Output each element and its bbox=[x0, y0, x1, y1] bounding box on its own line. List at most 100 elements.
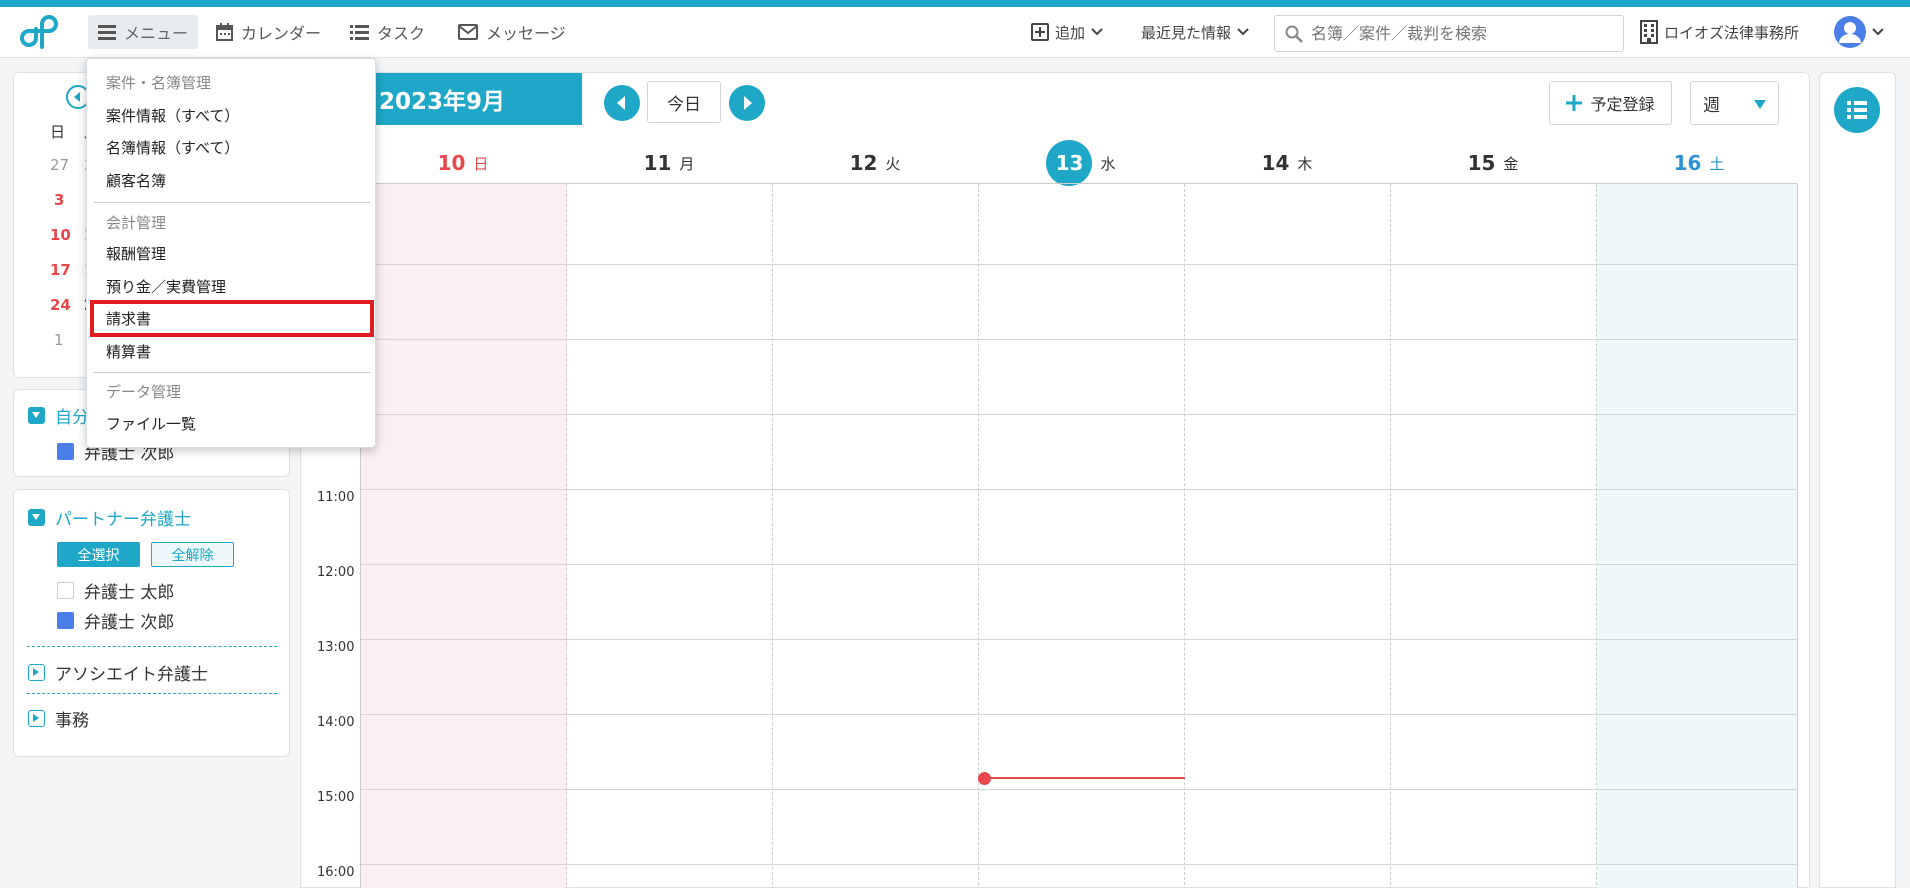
menu-section-title: 会計管理 bbox=[106, 214, 167, 232]
menu-item-fee-management[interactable]: 報酬管理 bbox=[106, 243, 166, 264]
day-header-mon[interactable]: 11 月 bbox=[566, 145, 772, 181]
app-logo[interactable] bbox=[20, 14, 58, 52]
nav-menu-button[interactable]: メニュー bbox=[88, 15, 199, 49]
recent-dropdown-button[interactable]: 最近見た情報 bbox=[1141, 15, 1249, 49]
mini-day[interactable]: 1 bbox=[54, 331, 84, 349]
hamburger-icon bbox=[98, 25, 116, 40]
nav-task-button[interactable]: タスク bbox=[340, 15, 435, 49]
recent-label: 最近見た情報 bbox=[1141, 23, 1232, 42]
mini-day[interactable]: 27 bbox=[50, 156, 80, 174]
member-checkbox[interactable] bbox=[57, 612, 74, 629]
day-number: 10 bbox=[437, 151, 466, 175]
day-weekday: 水 bbox=[1100, 154, 1116, 173]
day-column-sun[interactable] bbox=[361, 184, 567, 888]
day-column-fri[interactable] bbox=[1391, 184, 1597, 888]
hour-line bbox=[361, 264, 1798, 265]
add-label: 追加 bbox=[1055, 23, 1086, 42]
office-switcher[interactable]: ロイオズ法律事務所 bbox=[1640, 15, 1799, 49]
menu-item-case-info[interactable]: 案件情報（すべて） bbox=[106, 105, 239, 126]
day-weekday: 日 bbox=[473, 154, 489, 173]
nav-message-label: メッセージ bbox=[486, 24, 566, 43]
day-number: 14 bbox=[1261, 151, 1290, 175]
menu-item-file-list[interactable]: ファイル一覧 bbox=[106, 413, 196, 434]
building-icon bbox=[1640, 20, 1658, 44]
mini-day[interactable]: 3 bbox=[54, 191, 84, 209]
day-column-thu[interactable] bbox=[1185, 184, 1391, 888]
select-all-button[interactable]: 全選択 bbox=[57, 542, 140, 567]
partner-group-title[interactable]: パートナー弁護士 bbox=[55, 505, 191, 530]
day-number: 15 bbox=[1467, 151, 1496, 175]
associate-group-title[interactable]: アソシエイト弁護士 bbox=[55, 660, 208, 685]
day-column-mon[interactable] bbox=[567, 184, 773, 888]
user-menu-button[interactable] bbox=[1834, 15, 1884, 49]
view-select[interactable]: 週 bbox=[1690, 81, 1779, 125]
hour-line bbox=[361, 489, 1798, 490]
day-header-sun[interactable]: 10 日 bbox=[360, 145, 566, 181]
day-number: 16 bbox=[1673, 151, 1702, 175]
expand-toggle-icon[interactable] bbox=[28, 664, 45, 681]
day-column-tue[interactable] bbox=[773, 184, 979, 888]
expand-toggle-icon[interactable] bbox=[28, 710, 45, 727]
global-search[interactable] bbox=[1274, 15, 1624, 52]
mini-day[interactable]: 10 bbox=[50, 226, 80, 244]
day-header-fri[interactable]: 15 金 bbox=[1390, 145, 1596, 181]
current-time-line bbox=[985, 777, 1185, 779]
day-header-thu[interactable]: 14 木 bbox=[1184, 145, 1390, 181]
nav-calendar-button[interactable]: カレンダー bbox=[206, 15, 331, 49]
time-label: 14:00 bbox=[317, 715, 355, 730]
search-icon bbox=[1285, 25, 1303, 43]
member-name: 弁護士 次郎 bbox=[84, 613, 175, 633]
day-column-sat[interactable] bbox=[1597, 184, 1798, 888]
deselect-all-button[interactable]: 全解除 bbox=[151, 542, 234, 567]
event-list-button[interactable] bbox=[1834, 87, 1880, 133]
member-checkbox[interactable] bbox=[57, 582, 74, 599]
task-list-icon bbox=[350, 25, 369, 40]
menu-separator bbox=[94, 202, 370, 203]
hour-line bbox=[361, 789, 1798, 790]
caret-right-icon bbox=[744, 96, 752, 110]
office-group-title[interactable]: 事務 bbox=[55, 706, 89, 731]
week-time-grid[interactable] bbox=[360, 183, 1798, 888]
day-weekday: 土 bbox=[1709, 154, 1725, 173]
view-select-value: 週 bbox=[1703, 95, 1720, 116]
nav-calendar-label: カレンダー bbox=[241, 24, 322, 43]
time-label: 11:00 bbox=[317, 490, 355, 505]
mini-day[interactable]: 24 bbox=[50, 296, 80, 314]
time-label: 15:00 bbox=[317, 790, 355, 805]
self-group-title[interactable]: 自分 bbox=[55, 403, 89, 428]
group-divider bbox=[27, 693, 277, 694]
plus-icon bbox=[1566, 95, 1583, 111]
nav-message-button[interactable]: メッセージ bbox=[448, 15, 576, 49]
menu-item-deposit-expense[interactable]: 預り金／実費管理 bbox=[106, 276, 226, 297]
mini-day[interactable]: 17 bbox=[50, 261, 80, 279]
caret-down-icon bbox=[1754, 100, 1766, 109]
collapse-toggle-icon[interactable] bbox=[28, 509, 45, 526]
day-header-tue[interactable]: 12 火 bbox=[772, 145, 978, 181]
mini-weekday: 日 bbox=[50, 123, 66, 141]
day-header-sat[interactable]: 16 土 bbox=[1596, 145, 1802, 181]
day-number: 12 bbox=[849, 151, 878, 175]
add-dropdown-button[interactable]: 追加 bbox=[1031, 15, 1103, 49]
app-header: メニュー カレンダー タスク メッセージ 追加 最近見た情報 ロイオズ法律事務所 bbox=[0, 7, 1910, 58]
list-icon bbox=[1847, 101, 1867, 119]
search-input[interactable] bbox=[1311, 24, 1611, 43]
add-event-button[interactable]: 予定登録 bbox=[1549, 81, 1672, 125]
caret-left-icon bbox=[74, 92, 80, 102]
hour-line bbox=[361, 414, 1798, 415]
menu-item-invoice[interactable]: 請求書 bbox=[106, 308, 151, 329]
prev-week-button[interactable] bbox=[604, 85, 640, 121]
menu-item-contact-info[interactable]: 名簿情報（すべて） bbox=[106, 137, 239, 158]
lawyer-groups-panel: パートナー弁護士 全選択 全解除 弁護士 太郎 弁護士 次郎 アソシエイト弁護士… bbox=[13, 489, 290, 757]
day-weekday: 金 bbox=[1503, 154, 1519, 173]
collapse-toggle-icon[interactable] bbox=[28, 407, 45, 424]
add-event-label: 予定登録 bbox=[1590, 95, 1655, 114]
menu-item-settlement[interactable]: 精算書 bbox=[106, 341, 151, 362]
day-column-wed[interactable] bbox=[979, 184, 1185, 888]
today-button[interactable]: 今日 bbox=[647, 81, 721, 123]
day-header-wed-today[interactable]: 13 水 bbox=[978, 140, 1184, 186]
menu-item-client-list[interactable]: 顧客名簿 bbox=[106, 170, 166, 191]
next-week-button[interactable] bbox=[729, 85, 765, 121]
chevron-down-icon bbox=[1237, 28, 1249, 36]
member-checkbox[interactable] bbox=[57, 443, 74, 460]
calendar-icon bbox=[216, 23, 233, 41]
